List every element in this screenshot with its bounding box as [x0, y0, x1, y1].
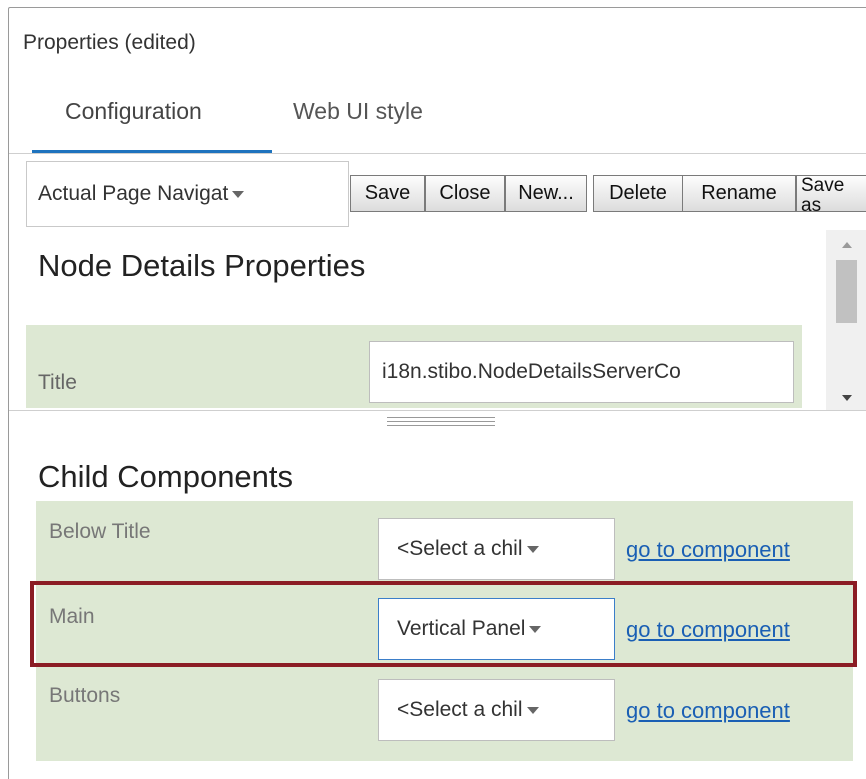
- chevron-down-icon: [232, 190, 245, 198]
- save-as-button[interactable]: Save as: [796, 175, 866, 212]
- below-title-select-value: <Select a chil: [397, 537, 523, 560]
- buttons-go-to-component-link[interactable]: go to component: [626, 698, 790, 724]
- page-select-value: Actual Page Navigat: [38, 182, 229, 205]
- close-button[interactable]: Close: [425, 175, 505, 212]
- chevron-down-icon: [526, 706, 539, 714]
- scroll-down-arrow-icon[interactable]: [842, 395, 852, 401]
- scroll-up-arrow-icon[interactable]: [842, 242, 852, 248]
- below-title-go-to-component-link[interactable]: go to component: [626, 537, 790, 563]
- main-label: Main: [49, 605, 95, 628]
- tab-configuration[interactable]: Configuration: [65, 98, 202, 125]
- chevron-down-icon: [529, 625, 542, 633]
- scrollbar-thumb[interactable]: [836, 260, 857, 323]
- tab-divider: [9, 153, 866, 154]
- below-title-label: Below Title: [49, 520, 151, 543]
- main-select[interactable]: Vertical Panel: [378, 598, 615, 660]
- below-title-select[interactable]: <Select a chil: [378, 518, 615, 580]
- panel-title: Properties (edited): [23, 31, 196, 54]
- main-select-value: Vertical Panel: [397, 617, 526, 640]
- rename-button[interactable]: Rename: [682, 175, 796, 212]
- split-resize-handle[interactable]: [387, 417, 495, 426]
- buttons-select[interactable]: <Select a chil: [378, 679, 615, 741]
- section-divider: [9, 410, 866, 411]
- properties-panel: Properties (edited) Configuration Web UI…: [8, 7, 866, 779]
- delete-button[interactable]: Delete: [593, 175, 683, 212]
- main-go-to-component-link[interactable]: go to component: [626, 617, 790, 643]
- title-input[interactable]: i18n.stibo.NodeDetailsServerCo: [369, 341, 794, 403]
- save-button[interactable]: Save: [350, 175, 425, 212]
- new-button[interactable]: New...: [505, 175, 587, 212]
- page-select-dropdown[interactable]: Actual Page Navigat: [26, 161, 349, 227]
- chevron-down-icon: [526, 545, 539, 553]
- buttons-label: Buttons: [49, 684, 121, 707]
- tab-web-ui-style[interactable]: Web UI style: [293, 98, 423, 125]
- child-components-heading: Child Components: [38, 459, 294, 494]
- node-details-heading: Node Details Properties: [38, 248, 366, 283]
- buttons-select-value: <Select a chil: [397, 698, 523, 721]
- title-label: Title: [38, 371, 77, 394]
- vertical-scrollbar[interactable]: [826, 230, 866, 410]
